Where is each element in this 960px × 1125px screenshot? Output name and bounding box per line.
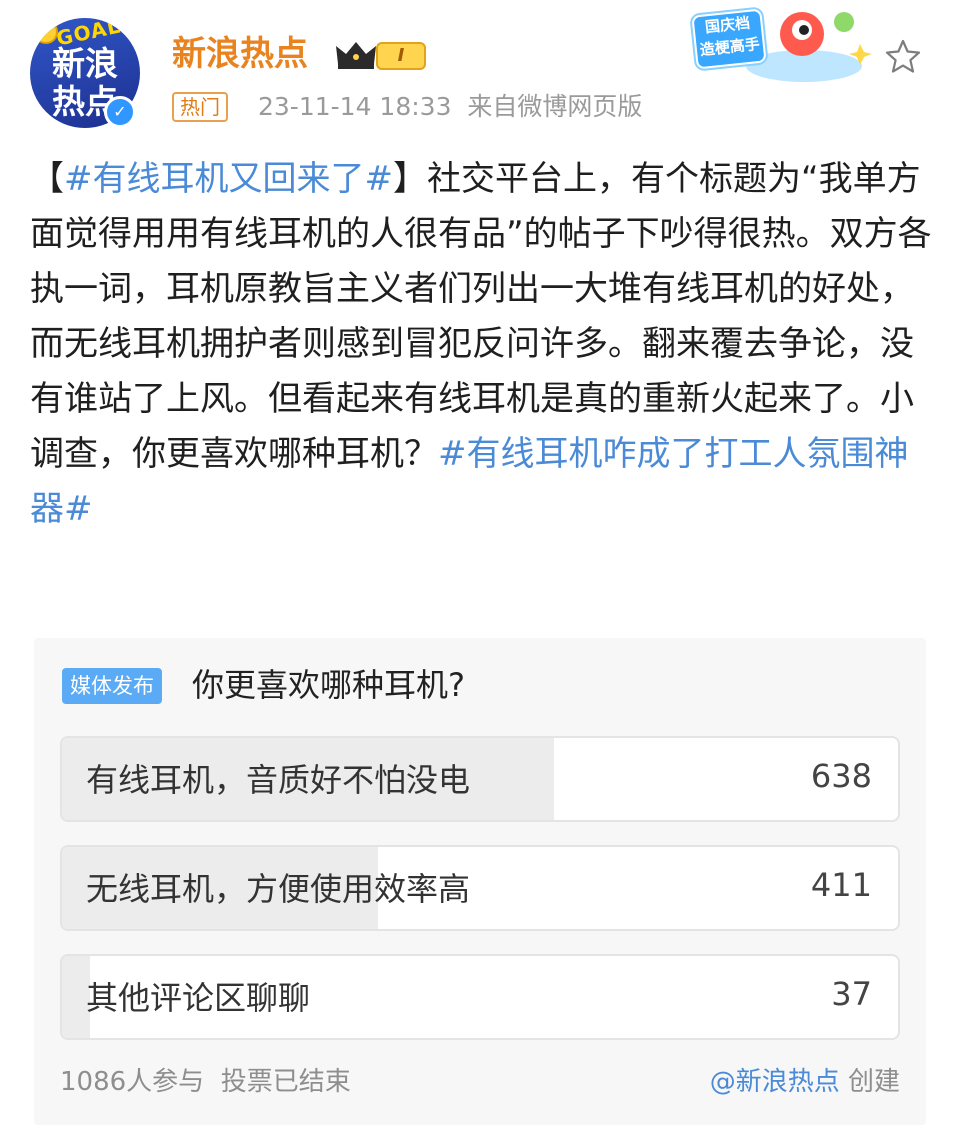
topic-bracket-close: 】	[392, 159, 427, 199]
poll-footer: 1086人参与 投票已结束	[60, 1064, 351, 1100]
topic-bracket-open: 【	[30, 159, 64, 199]
poll-option-label: 无线耳机，方便使用效率高	[86, 870, 471, 908]
poll-question: 你更喜欢哪种耳机?	[192, 666, 465, 704]
post-text: 【#有线耳机又回来了#】社交平台上，有个标题为“我单方面觉得用用有线耳机的人很有…	[30, 152, 935, 537]
poll-option[interactable]: 其他评论区聊聊 37	[60, 954, 900, 1040]
poll-option[interactable]: 无线耳机，方便使用效率高 411	[60, 845, 900, 931]
post-meta: 23-11-14 18:33 来自微博网页版	[258, 90, 642, 124]
poll-option-label: 其他评论区聊聊	[86, 979, 311, 1017]
post-source: 来自微博网页版	[467, 92, 643, 121]
promo-label: 国庆档 造梗高手	[691, 8, 767, 70]
poll-card: 媒体发布 你更喜欢哪种耳机? 有线耳机，音质好不怕没电 638 无线耳机，方便使…	[34, 638, 926, 1125]
poll-option-count: 638	[810, 757, 872, 795]
poll-option[interactable]: 有线耳机，音质好不怕没电 638	[60, 736, 900, 822]
topic-link[interactable]: #有线耳机又回来了#	[64, 159, 393, 199]
poll-status: 投票已结束	[220, 1067, 351, 1097]
member-level-badge[interactable]: I	[376, 42, 426, 70]
poll-option-count: 37	[831, 975, 872, 1013]
post-body: 社交平台上，有个标题为“我单方面觉得用用有线耳机的人很有品”的帖子下吵得很热。双…	[30, 159, 932, 474]
crown-icon	[336, 42, 376, 69]
creator-mention-link[interactable]: @新浪热点	[710, 1067, 840, 1097]
participant-count: 1086人参与	[60, 1067, 205, 1097]
poll-option-label: 有线耳机，音质好不怕没电	[86, 761, 471, 799]
media-badge: 媒体发布	[62, 668, 162, 704]
poll-creator: @新浪热点 创建	[710, 1064, 900, 1100]
verified-icon: ✓	[104, 96, 136, 128]
creator-suffix: 创建	[839, 1067, 900, 1097]
star-icon[interactable]	[884, 38, 922, 76]
poll-option-count: 411	[810, 866, 872, 904]
timestamp: 23-11-14 18:33	[258, 92, 452, 121]
avatar-text-line1: 新浪	[52, 44, 118, 83]
hot-tag: 热门	[172, 92, 228, 122]
username[interactable]: 新浪热点	[172, 32, 308, 76]
